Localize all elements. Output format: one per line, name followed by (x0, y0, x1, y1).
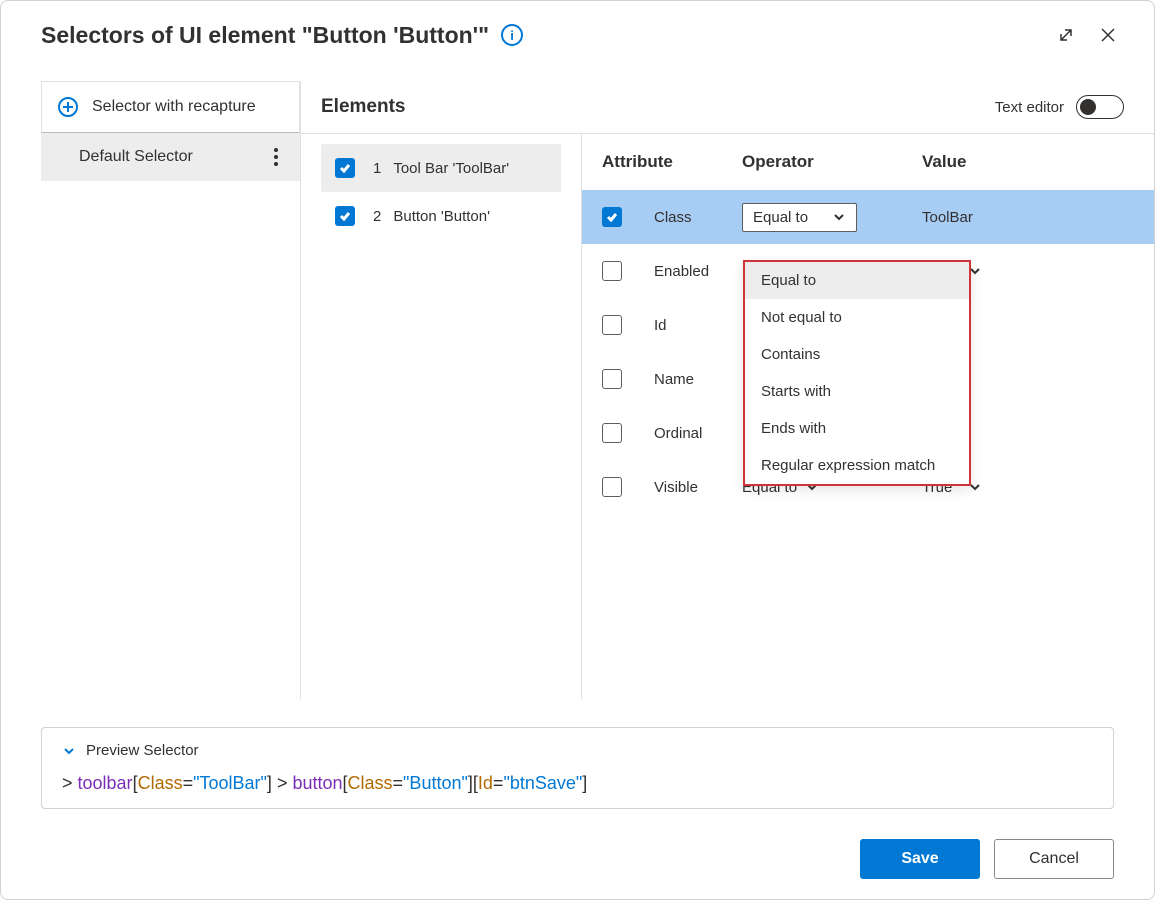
col-attribute: Attribute (602, 152, 742, 172)
operator-option[interactable]: Ends with (745, 410, 969, 447)
checkbox-icon[interactable] (602, 369, 622, 389)
code-token: toolbar (78, 773, 133, 793)
operator-option[interactable]: Not equal to (745, 299, 969, 336)
code-token: ] (582, 773, 587, 793)
attr-name: Ordinal (654, 425, 702, 442)
more-icon[interactable] (270, 144, 282, 170)
text-editor-label: Text editor (995, 99, 1064, 116)
col-operator: Operator (742, 152, 922, 172)
chevron-down-icon (62, 744, 76, 758)
code-token: = (393, 773, 404, 793)
code-token: Id (478, 773, 493, 793)
operator-option[interactable]: Regular expression match (745, 447, 969, 484)
text-editor-toggle-group: Text editor (995, 95, 1124, 119)
main-panel: Elements Text editor 1 Tool Bar 'ToolBar'… (301, 81, 1154, 699)
code-token: = (493, 773, 504, 793)
attribute-row: Class Equal toEqual toNot equal toContain… (582, 190, 1154, 244)
element-row[interactable]: 1 Tool Bar 'ToolBar' (321, 144, 561, 192)
dialog-header: Selectors of UI element "Button 'Button'… (1, 1, 1154, 69)
element-row[interactable]: 2 Button 'Button' (321, 192, 561, 240)
code-token: = (183, 773, 194, 793)
attr-name: Visible (654, 479, 698, 496)
operator-dropdown: Equal toNot equal toContainsStarts withE… (743, 260, 971, 486)
checkbox-icon[interactable] (602, 261, 622, 281)
col-value: Value (922, 152, 1134, 172)
elements-list: 1 Tool Bar 'ToolBar' 2 Button 'Button' (301, 134, 581, 699)
checkbox-icon[interactable] (602, 207, 622, 227)
code-token: "ToolBar" (193, 773, 267, 793)
close-icon[interactable] (1092, 19, 1124, 51)
sidebar-item-default-selector[interactable]: Default Selector (41, 133, 300, 181)
attr-name: Id (654, 317, 667, 334)
info-icon[interactable]: i (501, 24, 523, 46)
cancel-button[interactable]: Cancel (994, 839, 1114, 879)
elements-heading: Elements (321, 96, 405, 118)
element-label: Tool Bar 'ToolBar' (393, 160, 509, 177)
chevron-down-icon (832, 210, 846, 224)
attr-name: Class (654, 209, 692, 226)
attr-value[interactable]: ToolBar (922, 209, 973, 226)
preview-label: Preview Selector (86, 742, 199, 759)
sidebar: Selector with recapture Default Selector (1, 81, 301, 699)
code-token: "Button" (403, 773, 468, 793)
expand-icon[interactable] (1050, 19, 1082, 51)
checkbox-icon[interactable] (602, 477, 622, 497)
element-num: 1 (373, 160, 381, 177)
text-editor-toggle[interactable] (1076, 95, 1124, 119)
preview-selector-panel: Preview Selector > toolbar[Class="ToolBa… (41, 727, 1114, 809)
attr-name: Enabled (654, 263, 709, 280)
checkbox-icon[interactable] (602, 423, 622, 443)
checkbox-icon[interactable] (335, 206, 355, 226)
operator-option[interactable]: Starts with (745, 373, 969, 410)
main-header: Elements Text editor (301, 81, 1154, 134)
operator-option[interactable]: Contains (745, 336, 969, 373)
code-token: Class (138, 773, 183, 793)
checkbox-icon[interactable] (335, 158, 355, 178)
save-button[interactable]: Save (860, 839, 980, 879)
code-token: > (272, 773, 293, 793)
preview-selector-toggle[interactable]: Preview Selector (62, 742, 1093, 759)
selector-item-label: Default Selector (79, 148, 193, 166)
selectors-dialog: Selectors of UI element "Button 'Button'… (0, 0, 1155, 900)
code-token: > (62, 773, 78, 793)
dialog-footer: Save Cancel (860, 839, 1114, 879)
attr-header: Attribute Operator Value (582, 134, 1154, 190)
checkbox-icon[interactable] (602, 315, 622, 335)
attributes-panel: Attribute Operator Value ClassEqual toEq… (581, 134, 1154, 699)
dialog-title: Selectors of UI element "Button 'Button'… (41, 22, 489, 49)
operator-select[interactable]: Equal toEqual toNot equal toContainsStar… (742, 203, 857, 232)
plus-icon (58, 97, 78, 117)
operator-option[interactable]: Equal to (745, 262, 969, 299)
preview-code: > toolbar[Class="ToolBar"] > button[Clas… (62, 773, 1093, 794)
selector-with-recapture-button[interactable]: Selector with recapture (41, 81, 300, 133)
code-token: Class (348, 773, 393, 793)
code-token: "btnSave" (503, 773, 582, 793)
attr-name: Name (654, 371, 694, 388)
code-token: button (292, 773, 342, 793)
element-label: Button 'Button' (393, 208, 490, 225)
recapture-label: Selector with recapture (92, 98, 256, 116)
element-num: 2 (373, 208, 381, 225)
